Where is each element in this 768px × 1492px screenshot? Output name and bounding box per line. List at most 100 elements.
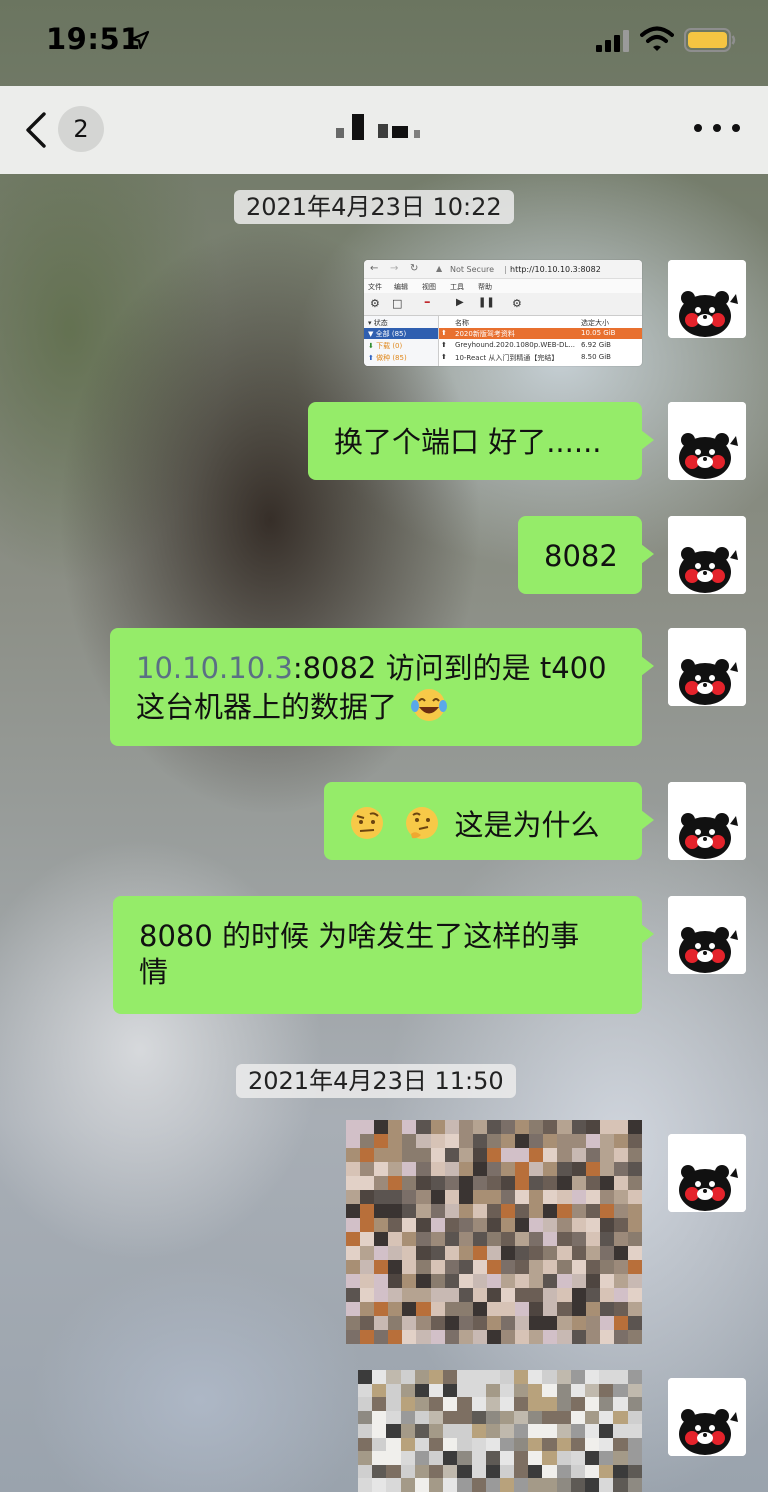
mosaic-tile — [360, 1176, 375, 1190]
avatar[interactable] — [668, 1378, 746, 1456]
mosaic-tile — [543, 1176, 558, 1190]
mosaic-tile — [585, 1478, 600, 1492]
mosaic-tile — [444, 1330, 459, 1344]
mosaic-tile — [346, 1134, 361, 1148]
mosaic-tile — [346, 1316, 361, 1330]
avatar[interactable] — [668, 516, 746, 594]
mosaic-tile — [358, 1464, 373, 1479]
message-text: 这是为什么 — [454, 808, 600, 842]
mosaic-tile — [571, 1330, 586, 1344]
mosaic-tile — [443, 1478, 458, 1492]
mosaic-tile — [585, 1218, 600, 1232]
mosaic-tile — [556, 1383, 571, 1398]
mosaic-tile — [472, 1260, 487, 1274]
mosaic-tile — [613, 1232, 628, 1246]
mosaic-tile — [613, 1397, 628, 1411]
mosaic-tile — [627, 1190, 642, 1204]
mosaic-tile — [458, 1148, 473, 1162]
mosaic-tile — [388, 1120, 403, 1134]
back-chevron-icon[interactable] — [24, 110, 48, 150]
mosaic-tile — [627, 1260, 642, 1274]
mosaic-tile — [514, 1478, 529, 1492]
mosaic-tile — [599, 1383, 614, 1398]
mosaic-tile — [557, 1148, 572, 1162]
mosaic-tile — [557, 1120, 572, 1134]
mosaic-tile — [599, 1424, 614, 1438]
mosaic-tile — [543, 1162, 558, 1176]
mosaic-tile — [402, 1218, 417, 1232]
avatar[interactable] — [668, 896, 746, 974]
mosaic-tile — [599, 1437, 614, 1452]
mosaic-tile — [428, 1397, 444, 1411]
mosaic-tile — [444, 1232, 459, 1246]
image-message-screenshot[interactable]: ← → ↻ ▲ Not Secure | http://10.10.10.3:8… — [364, 260, 642, 366]
mosaic-tile — [627, 1383, 642, 1398]
mosaic-tile — [486, 1316, 502, 1330]
mosaic-tile — [570, 1397, 585, 1411]
mosaic-tile — [372, 1370, 387, 1384]
mosaic-tile — [402, 1316, 417, 1330]
mosaic-tile — [613, 1274, 628, 1288]
mosaic-tile — [374, 1218, 389, 1232]
mosaic-tile — [346, 1232, 361, 1246]
mosaic-tile — [472, 1190, 487, 1204]
image-message-pixelated[interactable] — [358, 1370, 642, 1492]
mosaic-tile — [542, 1464, 557, 1479]
chat-message-list[interactable]: 2021年4月23日 10:22 ← → ↻ ▲ Not Secure | ht… — [0, 174, 768, 1492]
mosaic-tile — [557, 1288, 572, 1302]
mosaic-tile — [444, 1204, 459, 1218]
mosaic-tile — [372, 1478, 387, 1492]
mosaic-tile — [416, 1316, 431, 1330]
mosaic-tile — [402, 1288, 417, 1302]
mosaic-tile — [472, 1246, 487, 1260]
mosaic-tile — [571, 1260, 586, 1274]
mosaic-tile — [360, 1330, 375, 1344]
mosaic-tile — [515, 1288, 530, 1302]
avatar[interactable] — [668, 782, 746, 860]
mosaic-tile — [557, 1176, 572, 1190]
mosaic-tile — [627, 1218, 642, 1232]
mosaic-tile — [515, 1162, 530, 1176]
mosaic-tile — [570, 1464, 585, 1479]
mosaic-tile — [599, 1134, 614, 1148]
mosaic-tile — [414, 1410, 429, 1425]
mosaic-tile — [571, 1162, 586, 1176]
mosaic-tile — [444, 1260, 459, 1274]
message-bubble[interactable]: 这是为什么 — [324, 782, 654, 860]
mosaic-tile — [627, 1246, 642, 1260]
bear-avatar-icon — [668, 1378, 746, 1456]
message-bubble[interactable]: 换了个端口 好了...... — [308, 402, 654, 480]
image-message-pixelated[interactable] — [346, 1120, 642, 1344]
mosaic-tile — [472, 1274, 487, 1288]
mosaic-tile — [472, 1330, 487, 1344]
mosaic-tile — [443, 1383, 458, 1398]
mosaic-tile — [501, 1120, 516, 1134]
mosaic-tile — [542, 1383, 557, 1398]
more-options-icon[interactable] — [694, 122, 740, 134]
avatar[interactable] — [668, 1134, 746, 1212]
message-bubble[interactable]: 8082 — [518, 516, 654, 594]
avatar[interactable] — [668, 402, 746, 480]
mosaic-tile — [402, 1190, 417, 1204]
message-bubble[interactable]: 8080 的时候 为啥发生了这样的事 情 — [113, 896, 654, 1014]
avatar[interactable] — [668, 260, 746, 338]
mosaic-tile — [400, 1478, 415, 1492]
app-sidebar: ▾ 状态 ▼ 全部 (85) ⬇ 下载 (0) ⬆ 做种 (85) — [364, 316, 439, 366]
mosaic-tile — [557, 1316, 572, 1330]
mosaic-tile — [529, 1218, 544, 1232]
mosaic-tile — [346, 1218, 361, 1232]
mosaic-tile — [571, 1274, 586, 1288]
message-bubble[interactable]: 10.10.10.3:8082 访问到的是 t400 这台机器上的数据了 — [110, 628, 654, 746]
mosaic-tile — [613, 1410, 628, 1425]
unread-count-badge[interactable]: 2 — [58, 106, 104, 152]
mosaic-tile — [358, 1437, 373, 1452]
mosaic-tile — [430, 1176, 445, 1190]
mosaic-tile — [528, 1478, 543, 1492]
ip-link[interactable]: 10.10.10.3 — [136, 651, 293, 685]
mosaic-tile — [444, 1288, 459, 1302]
avatar[interactable] — [668, 628, 746, 706]
mosaic-tile — [346, 1190, 361, 1204]
mosaic-tile — [360, 1246, 375, 1260]
mosaic-tile — [416, 1176, 431, 1190]
mosaic-tile — [627, 1148, 642, 1162]
